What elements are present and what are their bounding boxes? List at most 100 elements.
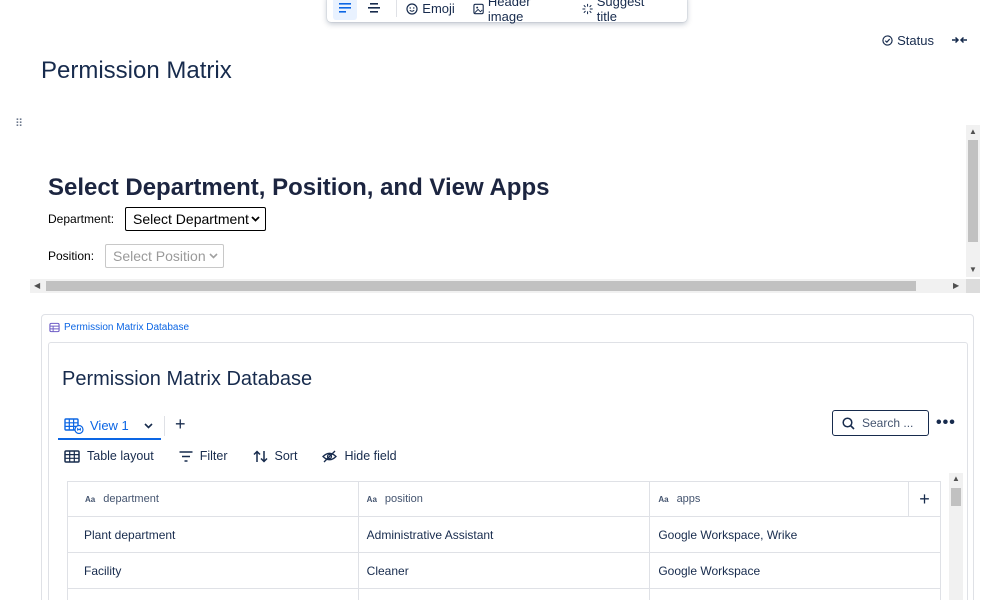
status-label: Status [897, 33, 934, 48]
text-field-icon: Aa [658, 495, 669, 504]
table-row[interactable] [67, 588, 941, 600]
hide-field-button[interactable]: Hide field [322, 449, 397, 463]
scroll-corner [966, 279, 980, 293]
suggest-title-button[interactable]: Suggest title [582, 0, 663, 24]
text-field-icon: Aa [366, 495, 377, 504]
table-header-row: Aa department Aa position Aa apps + [67, 481, 941, 517]
table-icon [64, 449, 80, 463]
scroll-thumb[interactable] [46, 281, 916, 291]
status-button[interactable]: Status [882, 33, 934, 48]
database-link[interactable]: Permission Matrix Database [49, 322, 189, 333]
table-view-icon [64, 417, 84, 434]
text-field-icon: Aa [85, 495, 96, 504]
table-row[interactable]: Plant department Administrative Assistan… [67, 516, 941, 553]
table-cell[interactable]: Google Workspace, Wrike [649, 516, 941, 553]
column-header-label: department [103, 493, 159, 505]
table-vertical-scrollbar[interactable]: ▲ [949, 473, 963, 600]
database-view: Permission Matrix Database View 1 + Sear… [48, 342, 968, 600]
embed-heading: Select Department, Position, and View Ap… [48, 174, 550, 201]
emoji-button[interactable]: Emoji [406, 0, 455, 16]
database-link-label: Permission Matrix Database [64, 322, 190, 333]
department-label: Department: [48, 212, 115, 226]
department-select-value: Select Department [133, 211, 249, 227]
database-card: Permission Matrix Database Permission Ma… [41, 314, 974, 600]
hide-field-label: Hide field [344, 449, 397, 463]
column-header-label: apps [676, 493, 701, 505]
column-header-apps[interactable]: Aa apps [649, 481, 909, 517]
collapse-width-button[interactable] [952, 33, 967, 48]
view-tab-label: View 1 [90, 418, 129, 433]
more-options-icon[interactable]: ••• [936, 415, 956, 431]
align-left-button[interactable] [333, 0, 358, 20]
chevron-down-icon[interactable] [144, 422, 153, 429]
column-header-department[interactable]: Aa department [67, 481, 359, 517]
sparkle-icon [582, 3, 593, 14]
scroll-thumb[interactable] [968, 140, 978, 242]
page-status-area: Status [882, 33, 967, 48]
filter-label: Filter [199, 449, 228, 463]
table-cell[interactable] [67, 588, 359, 600]
page-title[interactable]: Permission Matrix [41, 57, 232, 85]
table-cell[interactable] [649, 588, 941, 600]
sort-button[interactable]: Sort [252, 449, 298, 463]
column-header-label: position [384, 493, 423, 505]
header-image-button[interactable]: Header image [473, 0, 564, 24]
table-cell[interactable]: Facility [67, 552, 359, 589]
collapse-arrows-icon [952, 36, 967, 44]
table-cell[interactable]: Cleaner [357, 552, 651, 589]
tab-view-1[interactable]: View 1 [58, 413, 161, 440]
header-image-label: Header image [487, 0, 531, 24]
table-cell[interactable]: Administrative Assistant [357, 516, 651, 553]
search-input[interactable]: Search ... [832, 410, 929, 436]
align-left-icon [339, 3, 352, 13]
table-layout-label: Table layout [87, 449, 154, 463]
department-select[interactable]: Select Department [125, 207, 266, 231]
column-header-position[interactable]: Aa position [357, 481, 651, 517]
position-select[interactable]: Select Position [105, 244, 224, 268]
position-select-value: Select Position [113, 248, 206, 264]
chevron-down-icon [209, 253, 218, 259]
scroll-right-arrow-icon[interactable]: ▶ [953, 281, 959, 290]
suggest-title-label: Suggest title [596, 0, 645, 24]
view-toolbar: Table layout Filter Sort Hide field [64, 449, 422, 463]
database-table: Aa department Aa position Aa apps + Plant d… [67, 481, 941, 600]
position-label: Position: [48, 249, 95, 263]
table-cell[interactable]: Google Workspace [649, 552, 941, 589]
editor-toolbar: Emoji Header image Suggest title [327, 0, 687, 24]
scroll-up-arrow-icon[interactable]: ▲ [969, 127, 977, 136]
emoji-icon [406, 2, 418, 15]
table-cell[interactable] [357, 588, 651, 600]
view-divider [164, 416, 165, 436]
align-center-button[interactable] [362, 0, 386, 20]
drag-handle-icon[interactable]: ⠿ [15, 119, 23, 130]
database-title: Permission Matrix Database [62, 368, 313, 390]
toolbar-divider [396, 0, 398, 17]
emoji-label: Emoji [422, 1, 455, 16]
eye-off-icon [322, 450, 338, 462]
database-icon [49, 322, 60, 333]
chevron-down-icon [251, 216, 260, 222]
filter-button[interactable]: Filter [179, 449, 228, 463]
position-row: Position: Select Position [48, 244, 224, 268]
scroll-thumb[interactable] [951, 488, 961, 506]
sort-icon [252, 449, 268, 463]
image-icon [473, 3, 484, 14]
table-cell[interactable]: Plant department [67, 516, 359, 553]
embed-horizontal-scrollbar[interactable]: ◀ ▶ [30, 279, 966, 293]
scroll-down-arrow-icon[interactable]: ▼ [969, 265, 977, 274]
status-check-icon [882, 35, 893, 46]
department-row: Department: Select Department [48, 207, 266, 231]
scroll-left-arrow-icon[interactable]: ◀ [34, 281, 40, 290]
filter-icon [179, 450, 193, 462]
add-column-button[interactable]: + [908, 481, 941, 517]
embedded-app-frame: Select Department, Position, and View Ap… [30, 125, 980, 293]
table-row[interactable]: Facility Cleaner Google Workspace [67, 552, 941, 589]
embed-vertical-scrollbar[interactable]: ▲ ▼ [966, 125, 980, 277]
search-icon [842, 416, 855, 430]
search-placeholder: Search ... [862, 416, 914, 430]
scroll-up-arrow-icon[interactable]: ▲ [952, 474, 960, 483]
table-layout-button[interactable]: Table layout [64, 449, 154, 463]
align-center-icon [368, 3, 381, 13]
sort-label: Sort [274, 449, 298, 463]
add-view-button[interactable]: + [175, 415, 186, 433]
